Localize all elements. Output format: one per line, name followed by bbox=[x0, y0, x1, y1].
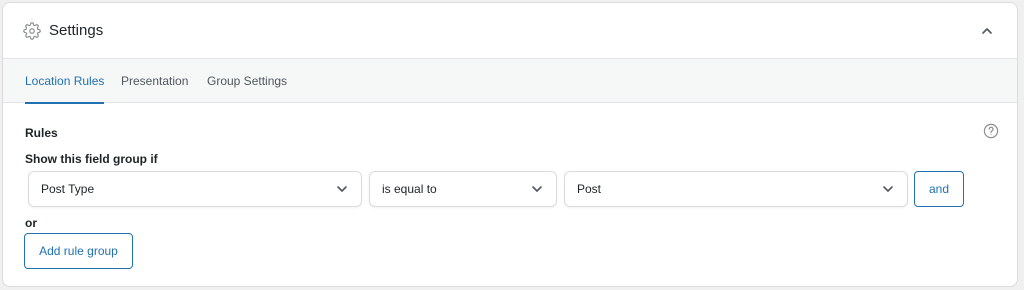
chevron-down-icon bbox=[532, 186, 542, 192]
settings-panel: Settings Location Rules Presentation Gro… bbox=[2, 2, 1018, 287]
chevron-down-icon bbox=[337, 186, 347, 192]
and-button[interactable]: and bbox=[914, 171, 964, 207]
rule-param-value: Post Type bbox=[41, 182, 95, 196]
question-circle-icon[interactable] bbox=[983, 123, 999, 139]
rule-operator-value: is equal to bbox=[382, 182, 437, 196]
location-rules-content: Rules Show this field group if Post Type… bbox=[3, 103, 1017, 286]
rule-value-select[interactable]: Post bbox=[564, 171, 908, 207]
or-label: or bbox=[25, 216, 37, 230]
panel-header[interactable]: Settings bbox=[3, 3, 1017, 59]
add-rule-group-button[interactable]: Add rule group bbox=[24, 233, 133, 269]
chevron-down-icon bbox=[883, 186, 893, 192]
tab-presentation[interactable]: Presentation bbox=[121, 59, 188, 103]
panel-title: Settings bbox=[49, 22, 104, 39]
tab-group-settings[interactable]: Group Settings bbox=[207, 59, 287, 103]
tab-location-rules[interactable]: Location Rules bbox=[25, 59, 105, 104]
rules-heading: Rules bbox=[25, 126, 58, 140]
rule-value-value: Post bbox=[577, 182, 602, 196]
rule-operator-select[interactable]: is equal to bbox=[369, 171, 557, 207]
condition-label: Show this field group if bbox=[25, 152, 158, 166]
rule-param-select[interactable]: Post Type bbox=[28, 171, 362, 207]
tabs-bar: Location Rules Presentation Group Settin… bbox=[3, 59, 1017, 104]
gear-icon bbox=[23, 22, 41, 40]
collapse-button[interactable] bbox=[975, 19, 999, 43]
chevron-up-icon bbox=[982, 28, 992, 34]
